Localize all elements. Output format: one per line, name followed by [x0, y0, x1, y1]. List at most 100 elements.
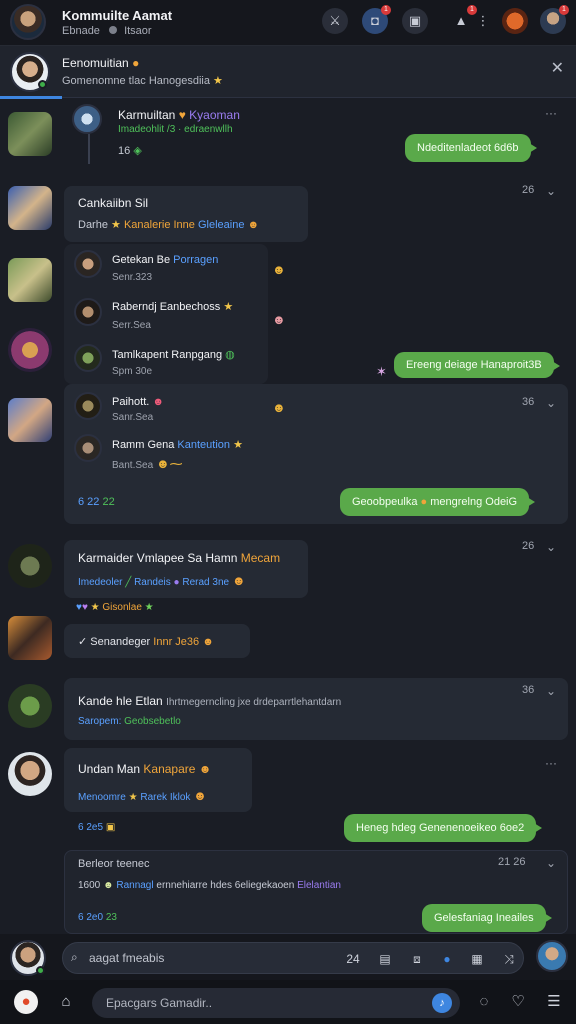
msg4-time: 36	[522, 684, 535, 696]
orb-icon: ●	[173, 577, 180, 588]
msg5-bubble[interactable]: Heneg hdeg Genenenoeikeo 6oe2	[344, 814, 543, 842]
reply2-name: Raberndj Eanbechoss ★	[112, 301, 234, 313]
msg4-chevron-icon[interactable]: ⌄	[546, 684, 556, 698]
side-avatar-8[interactable]	[8, 684, 52, 728]
char-count: 24	[346, 952, 360, 966]
send-avatar[interactable]	[536, 940, 568, 972]
heart-outline-icon[interactable]: ♡	[508, 992, 528, 1012]
reply2-sub: Serr.Sea	[112, 320, 151, 331]
star-icon: ★	[90, 602, 100, 613]
online-dot	[36, 966, 45, 975]
banner-name: Eenomuitian ●	[62, 56, 140, 70]
msg3-card[interactable]	[64, 540, 308, 598]
side-avatar-5[interactable]	[8, 398, 52, 442]
msg2-time: 26	[522, 184, 535, 196]
reply1-avatar[interactable]	[74, 250, 102, 278]
app-logo-icon[interactable]: ●	[14, 990, 38, 1014]
msg1-line2: Imadeohlit /3 · edraenwllh	[118, 124, 233, 135]
msg3-chip-line: ♥♥ ★ Gisonlae ★	[76, 602, 154, 613]
globe-icon: ◍	[225, 349, 235, 361]
sparkle-icon: ✶	[376, 364, 387, 379]
app-title: Kommuilte Aamat	[62, 8, 173, 23]
msg5-footer: 6 2e5 ▣	[78, 822, 116, 833]
msg2-footer: 6 22 22	[78, 496, 115, 508]
home-icon[interactable]: ⌂	[56, 992, 76, 1012]
account-avatar[interactable]: 1	[540, 5, 569, 34]
msg2-bubble2[interactable]: Geoobpeulka ● mengrelng OdeiG	[340, 488, 536, 516]
reply1-sub: Senr.323	[112, 272, 153, 283]
side-avatar-6[interactable]	[8, 544, 52, 588]
emoji-icon: ☻	[103, 880, 114, 891]
alert-badge: 1	[467, 5, 477, 15]
msg2-bubble1[interactable]: Ereeng deiage Hanaproit3B	[394, 352, 560, 378]
location-icon[interactable]: ●	[437, 949, 457, 969]
love-icon: ☻	[152, 396, 164, 408]
grid-icon[interactable]: ▦	[467, 949, 487, 969]
msg2-chevron-icon[interactable]: ⌄	[546, 184, 556, 198]
msg2-card[interactable]	[64, 186, 308, 242]
chat-icon[interactable]: ◌	[474, 992, 494, 1012]
msg6-chevron-icon[interactable]: ⌄	[546, 856, 556, 870]
status-dot-icon	[109, 26, 117, 34]
menu-icon[interactable]: ☰	[544, 992, 564, 1012]
bottom-search-placeholder: Epacgars Gamadir..	[106, 996, 213, 1010]
banner-desc: Gomenomne tlac Hanogesdiia ★	[62, 75, 223, 87]
folder-icon: ▣	[105, 822, 116, 833]
msg6-bubble[interactable]: Gelesfaniag Ineailes	[422, 904, 552, 932]
reply5-avatar[interactable]	[74, 434, 102, 462]
msg1-name: Karmuiltan ♥ Kyaoman	[118, 108, 240, 122]
more-vert-icon[interactable]: ⋮	[476, 8, 490, 34]
star-icon: ★	[223, 301, 234, 313]
msg1-more-icon[interactable]: ···	[545, 106, 557, 120]
side-avatar-1[interactable]	[8, 112, 52, 156]
msg2-chevron2-icon[interactable]: ⌄	[546, 396, 556, 410]
msg1-bubble[interactable]: Ndeditenladeot 6d6b	[405, 134, 537, 162]
image-icon[interactable]: ▤	[375, 949, 395, 969]
star-green-icon: ★	[144, 602, 154, 613]
star-icon: ★	[233, 439, 243, 451]
message-feed[interactable]: Karmuiltan ♥ Kyaoman Imadeohlit /3 · edr…	[0, 100, 576, 934]
side-avatar-9[interactable]	[8, 752, 52, 796]
side-avatar-7[interactable]	[8, 616, 52, 660]
side-avatar-3[interactable]	[8, 258, 52, 302]
tools-icon[interactable]: ⚔	[322, 8, 348, 34]
msg3-line: Imedeoler ╱ Randeis ● Rerad 3ne ☻	[78, 573, 246, 588]
side-avatar-4[interactable]	[8, 328, 52, 372]
reply2-avatar[interactable]	[74, 298, 102, 326]
msg4-line: Saropem: Geobsebetlo	[78, 716, 181, 727]
msg5-more-icon[interactable]: ···	[545, 756, 557, 770]
msg4-card[interactable]	[64, 678, 568, 740]
reply1-name: Getekan Be Porragen	[112, 254, 219, 266]
smile-icon: ☻	[247, 219, 260, 231]
banner-progress	[0, 96, 62, 99]
shuffle-icon[interactable]: ⤨	[499, 949, 519, 969]
reply4-avatar[interactable]	[74, 392, 102, 420]
side-avatar-2[interactable]	[8, 186, 52, 230]
msg6-time: 21 26	[498, 856, 526, 868]
reply3-name: Tamlkapent Ranpgang ◍	[112, 349, 235, 361]
bottom-search[interactable]: Epacgars Gamadir.. ♪	[92, 988, 460, 1018]
online-dot	[38, 80, 47, 89]
close-icon[interactable]: ✕	[551, 58, 564, 78]
check-icon: ✓	[78, 636, 88, 648]
save-icon[interactable]: ▣	[402, 8, 428, 34]
profile-icon[interactable]	[502, 8, 528, 34]
shield-icon: ◈	[133, 145, 142, 157]
voice-icon[interactable]: ♪	[432, 993, 452, 1013]
msg3-chevron-icon[interactable]: ⌄	[546, 540, 556, 554]
msg6-footer: 6 2e0 23	[78, 912, 117, 923]
reply4-name: Paihott. ☻	[112, 396, 164, 408]
heart-purple-icon: ♥	[81, 602, 88, 613]
msg5-line: Menoomre ★ Rarek Iklok ☻	[78, 788, 207, 803]
message-input[interactable]: ⌕ aagat fmeabis 24 ▤ ⧈ ● ▦ ⤨	[62, 942, 524, 974]
heart-icon: ♥	[178, 108, 186, 122]
msg1-avatar[interactable]	[72, 104, 102, 134]
account-badge: 1	[559, 5, 569, 15]
reply3-avatar[interactable]	[74, 344, 102, 372]
alert-icon[interactable]: ▲ 1	[448, 5, 477, 34]
gift-icon[interactable]: ⧈	[407, 949, 427, 969]
flame-icon: ●	[132, 56, 140, 70]
search-icon: ⌕	[71, 950, 78, 964]
notification-icon[interactable]: ◘ 1	[362, 5, 391, 34]
user-avatar[interactable]	[10, 4, 46, 40]
